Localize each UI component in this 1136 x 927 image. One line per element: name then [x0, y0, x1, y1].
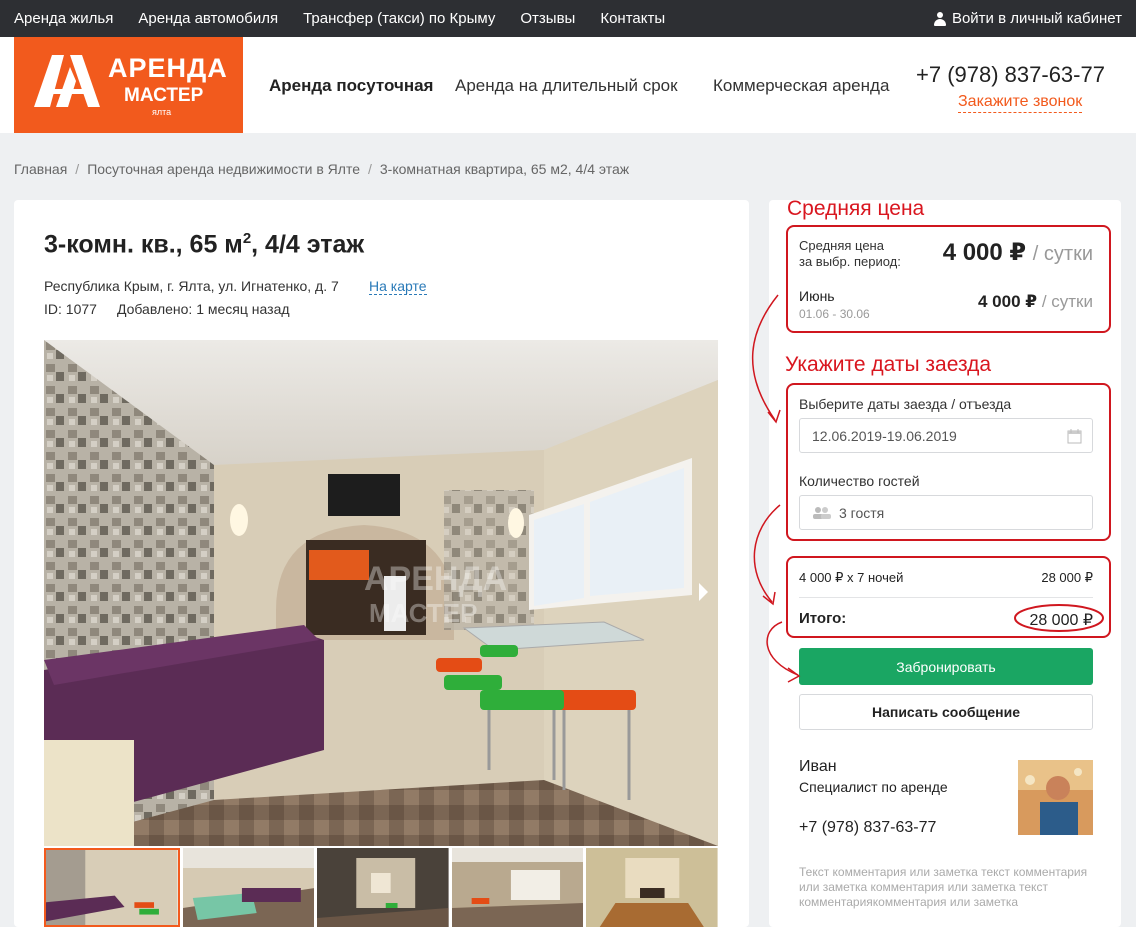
thumbnail-1[interactable]: [44, 848, 180, 927]
thumbnail-2[interactable]: [182, 848, 315, 927]
header-phone[interactable]: +7 (978) 837-63-77: [916, 62, 1105, 88]
logo-line3: ялта: [152, 107, 172, 117]
top-nav-contacts[interactable]: Контакты: [600, 10, 665, 27]
listing-card: 3-комн. кв., 65 м2, 4/4 этаж Республика …: [14, 200, 749, 927]
site-header: АРЕНДА МАСТЕР ялта Аренда посуточная Аре…: [0, 37, 1136, 133]
listing-address: Республика Крым, г. Ялта, ул. Игнатенко,…: [44, 278, 339, 294]
annotation-dates: Укажите даты заезда: [785, 353, 992, 376]
calc-label: 4 000 ₽ x 7 ночей: [799, 570, 904, 585]
top-nav-reviews[interactable]: Отзывы: [520, 10, 575, 27]
listing-added: Добавлено: 1 месяц назад: [116, 301, 290, 317]
avg-price-label: Средняя цена за выбр. период:: [799, 238, 901, 269]
guests-input[interactable]: 3 гостя: [799, 495, 1093, 530]
logo-mark-icon: [34, 55, 100, 107]
top-nav-transfer[interactable]: Трансфер (такси) по Крыму: [303, 10, 495, 27]
avg-price-value: 4 000 ₽ / сутки: [942, 239, 1093, 266]
top-nav-cars[interactable]: Аренда автомобиля: [138, 10, 278, 27]
agent-name: Иван: [799, 758, 837, 775]
thumbnail-4[interactable]: [451, 848, 584, 927]
dates-label: Выберите даты заезда / отъезда: [799, 396, 1012, 412]
booking-card: Средняя цена Средняя цена за выбр. период…: [769, 197, 1121, 927]
thumbnail-3[interactable]: [317, 848, 449, 927]
divider: [799, 597, 1093, 598]
room-photo-image: АРЕНДА МАСТЕР: [44, 340, 718, 846]
calc-value: 28 000 ₽: [1041, 570, 1093, 585]
site-logo[interactable]: АРЕНДА МАСТЕР ялта: [14, 37, 243, 133]
annotation-avg-price: Средняя цена: [787, 197, 925, 220]
agent-phone[interactable]: +7 (978) 837-63-77: [799, 819, 936, 837]
nav-commercial-rent[interactable]: Коммерческая аренда: [713, 76, 889, 96]
watermark-line1: АРЕНДА: [364, 560, 507, 598]
login-label: Войти в личный кабинет: [951, 10, 1122, 27]
nav-long-rent[interactable]: Аренда на длительный срок: [455, 76, 678, 96]
photo-thumbnails: [44, 848, 718, 927]
breadcrumb-current: 3-комнатная квартира, 65 м2, 4/4 этаж: [379, 161, 630, 177]
listing-title: 3-комн. кв., 65 м2, 4/4 этаж: [44, 230, 365, 259]
login-link[interactable]: Войти в личный кабинет: [933, 10, 1122, 27]
breadcrumb-daily[interactable]: Посуточная аренда недвижимости в Ялте: [87, 161, 360, 177]
listing-meta: ID: 1077 Добавлено: 1 месяц назад: [44, 301, 290, 317]
watermark-line2: МАСТЕР: [369, 598, 477, 628]
month-price: 4 000 ₽ / сутки: [978, 292, 1093, 311]
nav-daily-rent[interactable]: Аренда посуточная: [269, 76, 433, 96]
breadcrumb-separator: /: [75, 161, 80, 177]
total-highlight-circle: [1014, 604, 1104, 632]
book-button[interactable]: Забронировать: [799, 648, 1093, 685]
agent-note: Текст комментария или заметка текст комм…: [799, 865, 1088, 909]
top-nav: Аренда жилья Аренда автомобиля Трансфер …: [14, 10, 690, 27]
logo-line2: МАСТЕР: [124, 85, 204, 106]
avatar: [1018, 760, 1093, 835]
agent-role: Специалист по аренде: [799, 779, 948, 795]
breadcrumb: Главная / Посуточная аренда недвижимости в…: [14, 161, 629, 177]
breadcrumb-home[interactable]: Главная: [14, 161, 67, 177]
listing-id: ID: 1077: [44, 301, 97, 317]
calendar-icon: [1067, 429, 1082, 444]
main-photo[interactable]: АРЕНДА МАСТЕР: [44, 340, 718, 846]
top-bar: Аренда жилья Аренда автомобиля Трансфер …: [0, 0, 1136, 37]
guests-label: Количество гостей: [799, 473, 920, 489]
breadcrumb-separator: /: [368, 161, 372, 177]
top-nav-housing[interactable]: Аренда жилья: [14, 10, 113, 27]
map-link[interactable]: На карте: [369, 278, 427, 295]
user-icon: [933, 11, 946, 26]
dates-input[interactable]: 12.06.2019-19.06.2019: [799, 418, 1093, 453]
callback-link[interactable]: Закажите звонок: [958, 93, 1083, 113]
thumbnail-5[interactable]: [586, 848, 718, 927]
annotation-arrows: [751, 294, 801, 683]
message-button[interactable]: Написать сообщение: [799, 694, 1093, 730]
logo-line1: АРЕНДА: [108, 53, 228, 83]
guests-icon: [813, 507, 831, 519]
